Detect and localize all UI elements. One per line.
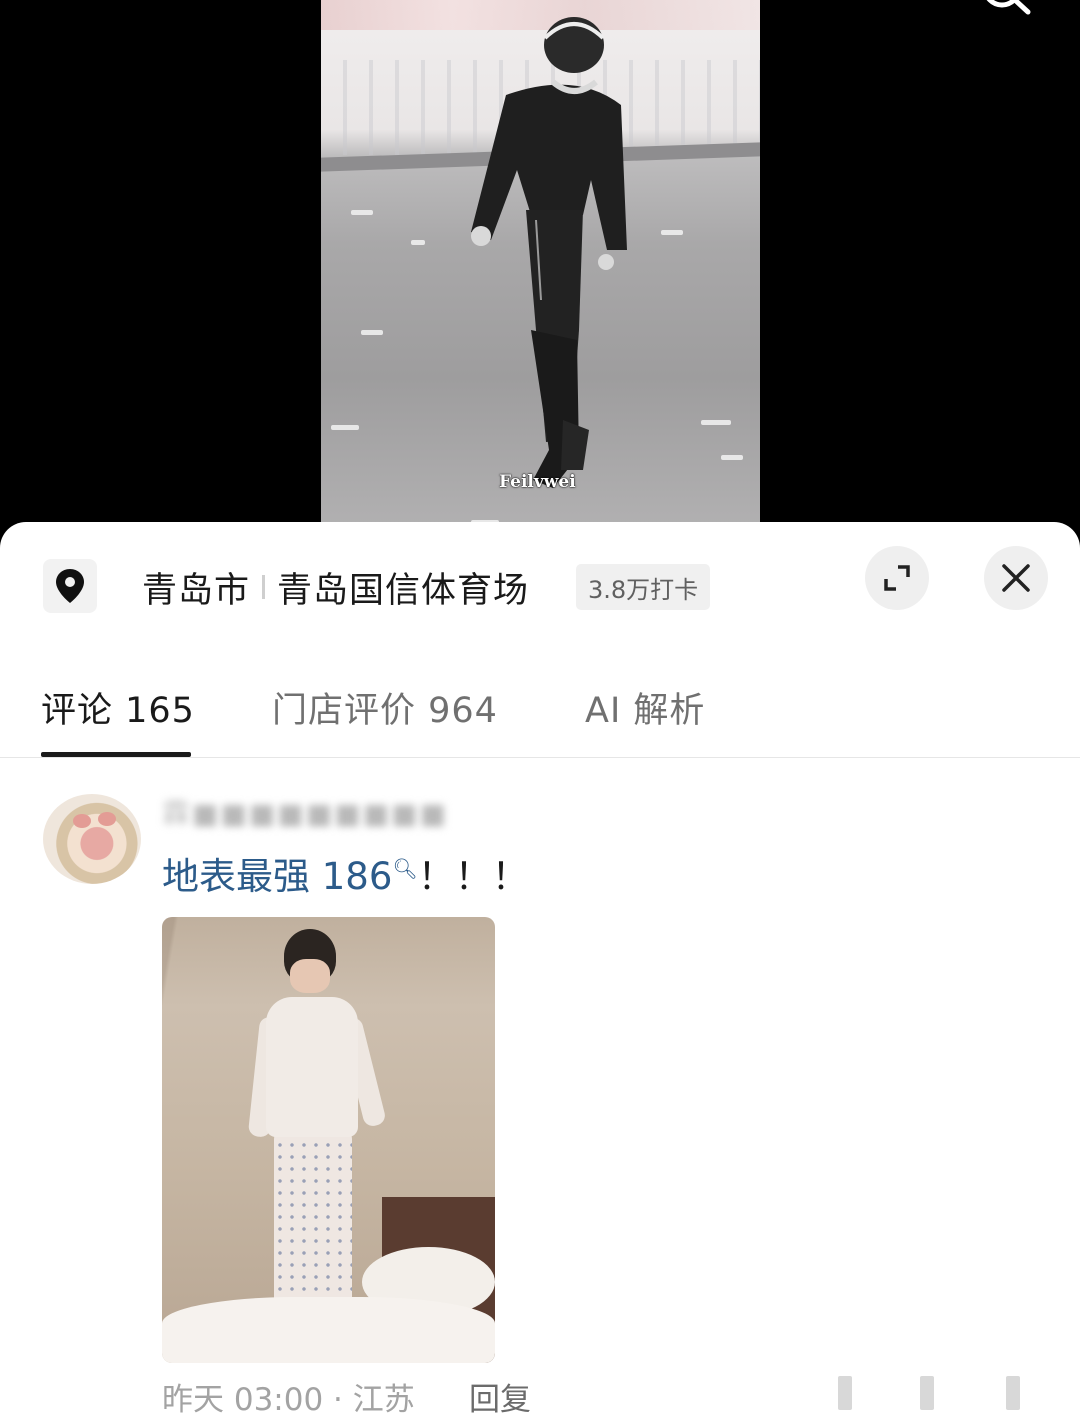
video-frame[interactable]: Feilvwei (321, 0, 760, 540)
avatar-decoration (98, 812, 116, 826)
image-person-body (266, 997, 358, 1137)
video-watermark: Feilvwei (499, 472, 576, 492)
comment-image[interactable] (162, 917, 495, 1363)
tab-active-indicator (41, 752, 191, 757)
comments-sheet: 青岛市 青岛国信体育场 3.8万打卡 评论 165 门店评价 964 AI 解析… (0, 522, 1080, 1414)
expand-icon (884, 565, 910, 591)
avatar[interactable] (43, 794, 141, 884)
comment-username[interactable]: 霖■■■■■■■■■ (162, 792, 448, 832)
comment-time-location: 昨天 03:00 · 江苏 (162, 1382, 415, 1414)
location-title[interactable]: 青岛市 青岛国信体育场 (142, 562, 529, 612)
image-bedsheet (162, 1297, 495, 1363)
tab-ai-analysis[interactable]: AI 解析 (585, 682, 705, 733)
tab-comments[interactable]: 评论 165 (41, 682, 195, 733)
avatar-decoration (73, 814, 91, 828)
location-icon-box[interactable] (43, 559, 97, 613)
checkin-count-badge: 3.8万打卡 (576, 564, 711, 610)
reply-button[interactable]: 回复 (469, 1374, 531, 1414)
location-city[interactable]: 青岛市 (142, 562, 250, 613)
location-venue[interactable]: 青岛国信体育场 (277, 562, 529, 613)
close-button[interactable] (984, 546, 1048, 610)
divider-mark (920, 1376, 934, 1410)
location-pin-icon (56, 569, 84, 603)
divider-mark (1006, 1376, 1020, 1410)
comment-hashtag-text: 地表最强 186 (162, 855, 393, 898)
divider-mark (838, 1376, 852, 1410)
comment-hashtag-link[interactable]: 地表最强 186🔍︎ (162, 855, 418, 898)
location-separator (262, 575, 266, 599)
performer-figure (471, 17, 627, 488)
search-icon[interactable] (976, 0, 1036, 28)
video-player[interactable]: Feilvwei (0, 0, 1080, 540)
expand-button[interactable] (865, 546, 929, 610)
search-mini-icon: 🔍︎ (392, 856, 418, 881)
comment-text-suffix: ！！！ (417, 855, 529, 898)
comment-text: 地表最强 186🔍︎！！！ (162, 846, 529, 900)
tab-store-reviews[interactable]: 门店评价 964 (272, 682, 498, 733)
close-icon (1002, 564, 1030, 592)
image-person-face (290, 959, 330, 993)
tab-bar: 评论 165 门店评价 964 AI 解析 (0, 672, 1080, 758)
